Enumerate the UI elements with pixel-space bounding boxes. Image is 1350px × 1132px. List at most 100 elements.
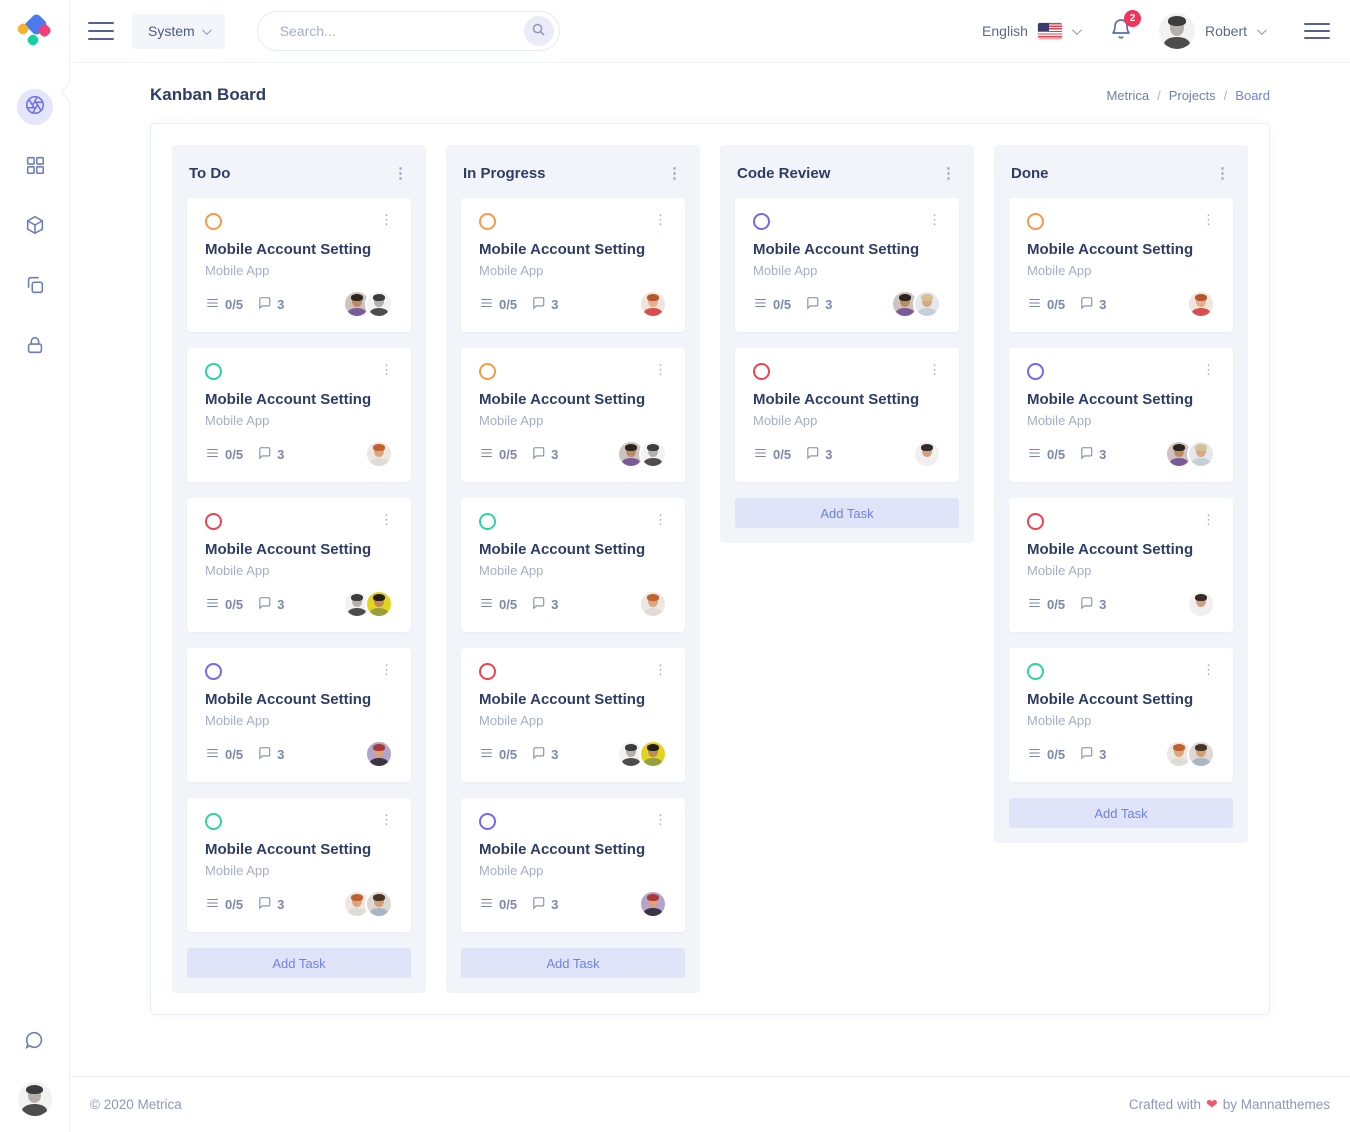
list-icon (479, 446, 494, 463)
avatar (365, 290, 393, 318)
task-card[interactable]: ⋮ Mobile Account Setting Mobile App 0/5 … (187, 348, 411, 482)
card-menu-icon[interactable]: ⋮ (654, 213, 667, 226)
card-menu-icon[interactable]: ⋮ (1202, 663, 1215, 676)
task-project: Mobile App (753, 413, 941, 428)
card-menu-icon[interactable]: ⋮ (380, 213, 393, 226)
column-menu-icon[interactable]: ⋮ (393, 169, 409, 179)
task-progress-count: 0/5 (773, 297, 791, 312)
chat-icon (24, 1029, 46, 1056)
right-panel-toggle-icon[interactable] (1304, 23, 1330, 39)
system-dropdown[interactable]: System (132, 14, 225, 49)
task-card[interactable]: ⋮ Mobile Account Setting Mobile App 0/5 … (735, 198, 959, 332)
task-card[interactable]: ⋮ Mobile Account Setting Mobile App 0/5 … (187, 798, 411, 932)
task-progress-count: 0/5 (225, 597, 243, 612)
column-menu-icon[interactable]: ⋮ (941, 169, 957, 179)
task-comments: 3 (257, 596, 284, 613)
task-status-icon (1027, 663, 1044, 680)
card-menu-icon[interactable]: ⋮ (928, 213, 941, 226)
card-menu-icon[interactable]: ⋮ (654, 813, 667, 826)
task-card[interactable]: ⋮ Mobile Account Setting Mobile App 0/5 … (187, 198, 411, 332)
metrica-logo[interactable] (18, 15, 52, 49)
task-card[interactable]: ⋮ Mobile Account Setting Mobile App 0/5 … (1009, 348, 1233, 482)
list-icon (205, 596, 220, 613)
task-status-icon (753, 213, 770, 230)
menu-toggle-icon[interactable] (88, 22, 114, 40)
footer: © 2020 Metrica Crafted with ❤ by Mannatt… (70, 1076, 1350, 1132)
task-card[interactable]: ⋮ Mobile Account Setting Mobile App 0/5 … (1009, 198, 1233, 332)
task-card[interactable]: ⋮ Mobile Account Setting Mobile App 0/5 … (1009, 648, 1233, 782)
task-status-icon (753, 363, 770, 380)
task-status-icon (205, 513, 222, 530)
task-project: Mobile App (753, 263, 941, 278)
column-menu-icon[interactable]: ⋮ (1215, 169, 1231, 179)
task-title: Mobile Account Setting (205, 841, 393, 858)
lock-icon (24, 334, 46, 361)
add-task-button[interactable]: Add Task (187, 948, 411, 978)
task-comment-count: 3 (551, 597, 558, 612)
aperture-icon (24, 94, 46, 121)
card-menu-icon[interactable]: ⋮ (1202, 513, 1215, 526)
task-checklist: 0/5 (479, 896, 517, 913)
language-selector[interactable]: English (982, 23, 1079, 39)
avatar (1187, 740, 1215, 768)
task-card[interactable]: ⋮ Mobile Account Setting Mobile App 0/5 … (187, 648, 411, 782)
avatar-group (891, 290, 941, 318)
task-progress-count: 0/5 (499, 747, 517, 762)
page-title: Kanban Board (150, 85, 266, 105)
task-title: Mobile Account Setting (753, 241, 941, 258)
sidebar-user-avatar[interactable] (18, 1082, 52, 1116)
task-card[interactable]: ⋮ Mobile Account Setting Mobile App 0/5 … (461, 648, 685, 782)
card-menu-icon[interactable]: ⋮ (1202, 213, 1215, 226)
sidebar-item-dashboard[interactable] (17, 149, 53, 185)
card-menu-icon[interactable]: ⋮ (380, 663, 393, 676)
task-card[interactable]: ⋮ Mobile Account Setting Mobile App 0/5 … (1009, 498, 1233, 632)
task-status-icon (205, 213, 222, 230)
search-input[interactable] (280, 23, 524, 39)
task-title: Mobile Account Setting (479, 841, 667, 858)
sidebar-item-authentication[interactable] (17, 329, 53, 365)
user-menu[interactable]: Robert (1159, 13, 1264, 49)
notifications-button[interactable]: 2 (1109, 17, 1133, 46)
sidebar-chat-button[interactable] (17, 1024, 53, 1060)
breadcrumb-item[interactable]: Projects (1169, 88, 1216, 103)
add-task-button[interactable]: Add Task (461, 948, 685, 978)
task-progress-count: 0/5 (499, 447, 517, 462)
card-menu-icon[interactable]: ⋮ (928, 363, 941, 376)
task-title: Mobile Account Setting (1027, 691, 1215, 708)
task-comments: 3 (805, 296, 832, 313)
task-comments: 3 (257, 446, 284, 463)
add-task-button[interactable]: Add Task (735, 498, 959, 528)
search-button[interactable] (524, 16, 554, 46)
list-icon (1027, 746, 1042, 763)
task-title: Mobile Account Setting (205, 691, 393, 708)
task-comment-count: 3 (825, 447, 832, 462)
task-card[interactable]: ⋮ Mobile Account Setting Mobile App 0/5 … (187, 498, 411, 632)
bell-icon (1109, 28, 1133, 45)
task-card[interactable]: ⋮ Mobile Account Setting Mobile App 0/5 … (461, 198, 685, 332)
card-menu-icon[interactable]: ⋮ (654, 513, 667, 526)
card-menu-icon[interactable]: ⋮ (1202, 363, 1215, 376)
task-card[interactable]: ⋮ Mobile Account Setting Mobile App 0/5 … (461, 498, 685, 632)
avatar (365, 590, 393, 618)
add-task-button[interactable]: Add Task (1009, 798, 1233, 828)
sidebar-item-apps[interactable] (17, 209, 53, 245)
task-card[interactable]: ⋮ Mobile Account Setting Mobile App 0/5 … (461, 348, 685, 482)
column-menu-icon[interactable]: ⋮ (667, 169, 683, 179)
card-menu-icon[interactable]: ⋮ (380, 363, 393, 376)
task-card[interactable]: ⋮ Mobile Account Setting Mobile App 0/5 … (461, 798, 685, 932)
card-menu-icon[interactable]: ⋮ (380, 513, 393, 526)
card-menu-icon[interactable]: ⋮ (654, 363, 667, 376)
sidebar-item-pages[interactable] (17, 269, 53, 305)
comment-icon (257, 746, 272, 763)
breadcrumb-item[interactable]: Metrica (1106, 88, 1149, 103)
avatar (913, 290, 941, 318)
task-card[interactable]: ⋮ Mobile Account Setting Mobile App 0/5 … (735, 348, 959, 482)
card-list: ⋮ Mobile Account Setting Mobile App 0/5 … (461, 198, 685, 932)
sidebar-item-projects[interactable] (17, 89, 53, 125)
task-comment-count: 3 (1099, 297, 1106, 312)
avatar-group (617, 440, 667, 468)
comment-icon (1079, 296, 1094, 313)
card-menu-icon[interactable]: ⋮ (654, 663, 667, 676)
card-menu-icon[interactable]: ⋮ (380, 813, 393, 826)
task-comments: 3 (531, 896, 558, 913)
